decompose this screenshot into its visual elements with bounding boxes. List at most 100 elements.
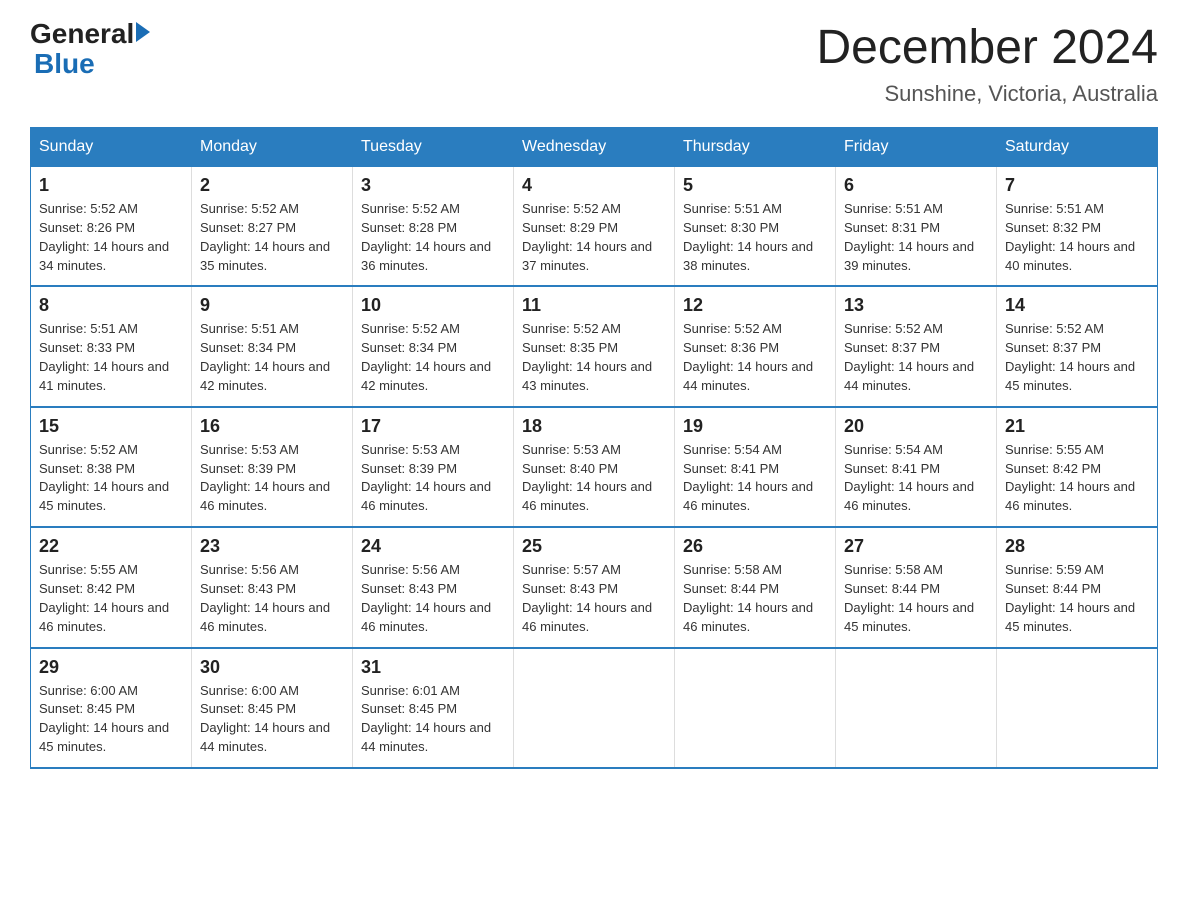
header-cell-thursday: Thursday: [675, 128, 836, 167]
day-info: Sunrise: 5:53 AMSunset: 8:39 PMDaylight:…: [361, 441, 505, 516]
day-info: Sunrise: 5:52 AMSunset: 8:27 PMDaylight:…: [200, 200, 344, 275]
day-info: Sunrise: 5:51 AMSunset: 8:32 PMDaylight:…: [1005, 200, 1149, 275]
day-cell: 27 Sunrise: 5:58 AMSunset: 8:44 PMDaylig…: [836, 527, 997, 647]
subtitle: Sunshine, Victoria, Australia: [816, 81, 1158, 107]
day-number: 19: [683, 416, 827, 437]
header-cell-tuesday: Tuesday: [353, 128, 514, 167]
day-number: 17: [361, 416, 505, 437]
day-info: Sunrise: 6:01 AMSunset: 8:45 PMDaylight:…: [361, 682, 505, 757]
day-cell: 29 Sunrise: 6:00 AMSunset: 8:45 PMDaylig…: [31, 648, 192, 768]
day-info: Sunrise: 5:51 AMSunset: 8:31 PMDaylight:…: [844, 200, 988, 275]
day-number: 3: [361, 175, 505, 196]
day-info: Sunrise: 5:52 AMSunset: 8:29 PMDaylight:…: [522, 200, 666, 275]
day-cell: 10 Sunrise: 5:52 AMSunset: 8:34 PMDaylig…: [353, 286, 514, 406]
logo-arrow-icon: [136, 22, 150, 42]
day-number: 24: [361, 536, 505, 557]
day-number: 20: [844, 416, 988, 437]
day-info: Sunrise: 5:52 AMSunset: 8:36 PMDaylight:…: [683, 320, 827, 395]
page-title: December 2024: [816, 20, 1158, 75]
day-number: 11: [522, 295, 666, 316]
calendar-header: SundayMondayTuesdayWednesdayThursdayFrid…: [31, 128, 1158, 167]
day-cell: 19 Sunrise: 5:54 AMSunset: 8:41 PMDaylig…: [675, 407, 836, 527]
day-info: Sunrise: 5:52 AMSunset: 8:35 PMDaylight:…: [522, 320, 666, 395]
day-info: Sunrise: 5:51 AMSunset: 8:30 PMDaylight:…: [683, 200, 827, 275]
header-cell-wednesday: Wednesday: [514, 128, 675, 167]
day-cell: 17 Sunrise: 5:53 AMSunset: 8:39 PMDaylig…: [353, 407, 514, 527]
day-info: Sunrise: 5:52 AMSunset: 8:28 PMDaylight:…: [361, 200, 505, 275]
day-info: Sunrise: 5:55 AMSunset: 8:42 PMDaylight:…: [1005, 441, 1149, 516]
day-number: 29: [39, 657, 183, 678]
week-row-4: 22 Sunrise: 5:55 AMSunset: 8:42 PMDaylig…: [31, 527, 1158, 647]
day-cell: 5 Sunrise: 5:51 AMSunset: 8:30 PMDayligh…: [675, 167, 836, 287]
day-info: Sunrise: 5:56 AMSunset: 8:43 PMDaylight:…: [200, 561, 344, 636]
day-number: 30: [200, 657, 344, 678]
day-info: Sunrise: 5:54 AMSunset: 8:41 PMDaylight:…: [844, 441, 988, 516]
day-info: Sunrise: 5:58 AMSunset: 8:44 PMDaylight:…: [844, 561, 988, 636]
day-number: 22: [39, 536, 183, 557]
day-info: Sunrise: 5:52 AMSunset: 8:26 PMDaylight:…: [39, 200, 183, 275]
day-cell: 20 Sunrise: 5:54 AMSunset: 8:41 PMDaylig…: [836, 407, 997, 527]
day-cell: [675, 648, 836, 768]
week-row-1: 1 Sunrise: 5:52 AMSunset: 8:26 PMDayligh…: [31, 167, 1158, 287]
week-row-3: 15 Sunrise: 5:52 AMSunset: 8:38 PMDaylig…: [31, 407, 1158, 527]
day-number: 15: [39, 416, 183, 437]
day-cell: 6 Sunrise: 5:51 AMSunset: 8:31 PMDayligh…: [836, 167, 997, 287]
day-cell: [514, 648, 675, 768]
day-cell: 30 Sunrise: 6:00 AMSunset: 8:45 PMDaylig…: [192, 648, 353, 768]
day-cell: 1 Sunrise: 5:52 AMSunset: 8:26 PMDayligh…: [31, 167, 192, 287]
day-number: 21: [1005, 416, 1149, 437]
day-number: 10: [361, 295, 505, 316]
day-info: Sunrise: 5:52 AMSunset: 8:37 PMDaylight:…: [1005, 320, 1149, 395]
day-cell: 22 Sunrise: 5:55 AMSunset: 8:42 PMDaylig…: [31, 527, 192, 647]
day-cell: 9 Sunrise: 5:51 AMSunset: 8:34 PMDayligh…: [192, 286, 353, 406]
day-info: Sunrise: 5:58 AMSunset: 8:44 PMDaylight:…: [683, 561, 827, 636]
day-number: 9: [200, 295, 344, 316]
day-number: 14: [1005, 295, 1149, 316]
day-number: 25: [522, 536, 666, 557]
day-cell: 25 Sunrise: 5:57 AMSunset: 8:43 PMDaylig…: [514, 527, 675, 647]
day-info: Sunrise: 5:57 AMSunset: 8:43 PMDaylight:…: [522, 561, 666, 636]
day-info: Sunrise: 5:59 AMSunset: 8:44 PMDaylight:…: [1005, 561, 1149, 636]
day-cell: 14 Sunrise: 5:52 AMSunset: 8:37 PMDaylig…: [997, 286, 1158, 406]
day-cell: 12 Sunrise: 5:52 AMSunset: 8:36 PMDaylig…: [675, 286, 836, 406]
day-number: 28: [1005, 536, 1149, 557]
day-number: 12: [683, 295, 827, 316]
day-cell: 21 Sunrise: 5:55 AMSunset: 8:42 PMDaylig…: [997, 407, 1158, 527]
day-cell: 15 Sunrise: 5:52 AMSunset: 8:38 PMDaylig…: [31, 407, 192, 527]
header-cell-sunday: Sunday: [31, 128, 192, 167]
day-info: Sunrise: 5:52 AMSunset: 8:34 PMDaylight:…: [361, 320, 505, 395]
day-info: Sunrise: 5:53 AMSunset: 8:40 PMDaylight:…: [522, 441, 666, 516]
day-number: 8: [39, 295, 183, 316]
day-info: Sunrise: 5:51 AMSunset: 8:33 PMDaylight:…: [39, 320, 183, 395]
day-cell: 31 Sunrise: 6:01 AMSunset: 8:45 PMDaylig…: [353, 648, 514, 768]
day-number: 4: [522, 175, 666, 196]
day-cell: 3 Sunrise: 5:52 AMSunset: 8:28 PMDayligh…: [353, 167, 514, 287]
week-row-2: 8 Sunrise: 5:51 AMSunset: 8:33 PMDayligh…: [31, 286, 1158, 406]
day-info: Sunrise: 5:52 AMSunset: 8:37 PMDaylight:…: [844, 320, 988, 395]
header-cell-saturday: Saturday: [997, 128, 1158, 167]
day-number: 6: [844, 175, 988, 196]
day-info: Sunrise: 5:51 AMSunset: 8:34 PMDaylight:…: [200, 320, 344, 395]
day-info: Sunrise: 6:00 AMSunset: 8:45 PMDaylight:…: [39, 682, 183, 757]
day-cell: 13 Sunrise: 5:52 AMSunset: 8:37 PMDaylig…: [836, 286, 997, 406]
day-cell: 7 Sunrise: 5:51 AMSunset: 8:32 PMDayligh…: [997, 167, 1158, 287]
header: General Blue December 2024 Sunshine, Vic…: [30, 20, 1158, 107]
day-info: Sunrise: 5:56 AMSunset: 8:43 PMDaylight:…: [361, 561, 505, 636]
calendar-body: 1 Sunrise: 5:52 AMSunset: 8:26 PMDayligh…: [31, 167, 1158, 768]
day-number: 26: [683, 536, 827, 557]
header-row: SundayMondayTuesdayWednesdayThursdayFrid…: [31, 128, 1158, 167]
logo-general-text: General: [30, 20, 134, 48]
day-number: 1: [39, 175, 183, 196]
logo: General Blue: [30, 20, 150, 80]
day-cell: 28 Sunrise: 5:59 AMSunset: 8:44 PMDaylig…: [997, 527, 1158, 647]
calendar-table: SundayMondayTuesdayWednesdayThursdayFrid…: [30, 127, 1158, 769]
day-cell: 11 Sunrise: 5:52 AMSunset: 8:35 PMDaylig…: [514, 286, 675, 406]
day-info: Sunrise: 5:52 AMSunset: 8:38 PMDaylight:…: [39, 441, 183, 516]
day-number: 13: [844, 295, 988, 316]
day-info: Sunrise: 6:00 AMSunset: 8:45 PMDaylight:…: [200, 682, 344, 757]
header-cell-monday: Monday: [192, 128, 353, 167]
day-cell: 26 Sunrise: 5:58 AMSunset: 8:44 PMDaylig…: [675, 527, 836, 647]
day-cell: 16 Sunrise: 5:53 AMSunset: 8:39 PMDaylig…: [192, 407, 353, 527]
day-cell: 18 Sunrise: 5:53 AMSunset: 8:40 PMDaylig…: [514, 407, 675, 527]
day-info: Sunrise: 5:55 AMSunset: 8:42 PMDaylight:…: [39, 561, 183, 636]
